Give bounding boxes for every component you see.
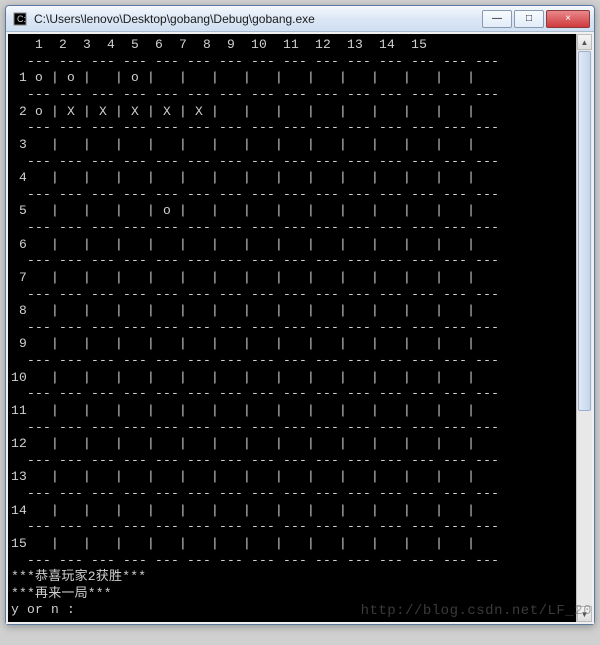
scroll-thumb[interactable] (578, 51, 591, 411)
app-window: C:\ C:\Users\lenovo\Desktop\gobang\Debug… (5, 5, 595, 625)
scroll-up-arrow[interactable]: ▲ (577, 34, 592, 50)
minimize-button[interactable]: — (482, 10, 512, 28)
svg-text:C:\: C:\ (17, 14, 27, 24)
scroll-down-arrow[interactable]: ▼ (577, 606, 592, 622)
app-icon: C:\ (12, 11, 28, 27)
close-button[interactable]: × (546, 10, 590, 28)
window-title: C:\Users\lenovo\Desktop\gobang\Debug\gob… (34, 12, 480, 26)
maximize-button[interactable]: □ (514, 10, 544, 28)
vertical-scrollbar[interactable]: ▲ ▼ (576, 34, 592, 622)
client-area: 1 2 3 4 5 6 7 8 9 10 11 12 13 14 15 --- … (6, 32, 594, 624)
titlebar[interactable]: C:\ C:\Users\lenovo\Desktop\gobang\Debug… (6, 6, 594, 32)
window-controls: — □ × (480, 10, 590, 28)
console-output: 1 2 3 4 5 6 7 8 9 10 11 12 13 14 15 --- … (8, 34, 576, 622)
